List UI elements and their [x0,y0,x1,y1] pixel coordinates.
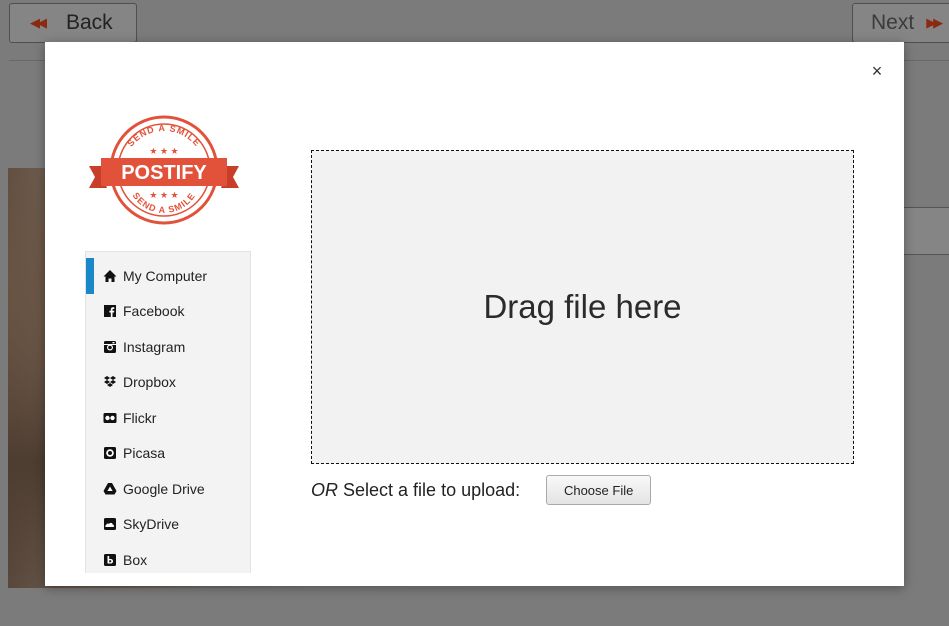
back-button-label: Back [66,11,113,34]
upload-modal: × SEND A SMILE SEND A SMILE POSTIFY ★ ★ … [45,42,904,586]
dropbox-icon [103,375,117,389]
sidebar-item-label: Instagram [123,338,186,355]
box-icon [103,553,117,567]
svg-text:SEND A SMILE: SEND A SMILE [125,123,202,149]
sidebar-item-label: Dropbox [123,374,176,391]
skydrive-icon [103,517,117,531]
instagram-icon [103,340,117,354]
file-dropzone[interactable]: Drag file here [311,150,854,464]
dropzone-text: Drag file here [483,288,682,325]
sidebar-item-label: Facebook [123,303,185,320]
sidebar-item-instagram[interactable]: Instagram [86,329,250,365]
sidebar-item-my-computer[interactable]: My Computer [86,258,250,294]
facebook-icon [103,304,117,318]
fast-forward-icon: ▶▶ [926,15,943,30]
sidebar-item-dropbox[interactable]: Dropbox [86,365,250,401]
next-button-label: Next [871,11,915,34]
sidebar-item-skydrive[interactable]: SkyDrive [86,507,250,543]
next-button[interactable]: Next ▶▶ [852,3,949,43]
sidebar-item-label: My Computer [123,267,208,284]
sidebar-item-label: Box [123,551,148,568]
google-drive-icon [103,482,117,496]
sidebar-item-label: Flickr [123,409,157,426]
sidebar-item-facebook[interactable]: Facebook [86,294,250,330]
choose-file-button[interactable]: Choose File [546,475,652,505]
upload-label-text: Select a file to upload: [343,479,521,500]
sidebar-item-box[interactable]: Box [86,542,250,573]
flickr-icon [103,411,117,425]
svg-text:★ ★ ★: ★ ★ ★ [149,190,178,200]
home-icon [103,269,117,283]
logo-name: POSTIFY [121,162,207,184]
upload-label: OR Select a file to upload: [311,480,520,501]
rewind-icon: ◀◀ [30,15,47,30]
sidebar-item-label: Picasa [123,445,166,462]
sidebar-item-google-drive[interactable]: Google Drive [86,471,250,507]
back-button[interactable]: ◀◀ Back [9,3,137,43]
sidebar-item-label: Google Drive [123,480,205,497]
picasa-icon [103,446,117,460]
source-sidebar: My Computer Facebook Instagram Dropbox F… [85,251,251,573]
sidebar-item-flickr[interactable]: Flickr [86,400,250,436]
sidebar-item-label: SkyDrive [123,516,180,533]
svg-text:★ ★ ★: ★ ★ ★ [149,146,178,156]
postify-logo: SEND A SMILE SEND A SMILE POSTIFY ★ ★ ★ … [89,115,239,225]
logo-top-arc-text: SEND A SMILE [125,123,201,149]
upload-row: OR Select a file to upload: Choose File [311,475,652,505]
upload-or-text: OR [311,479,338,500]
sidebar-item-picasa[interactable]: Picasa [86,436,250,472]
close-button[interactable]: × [866,60,888,82]
